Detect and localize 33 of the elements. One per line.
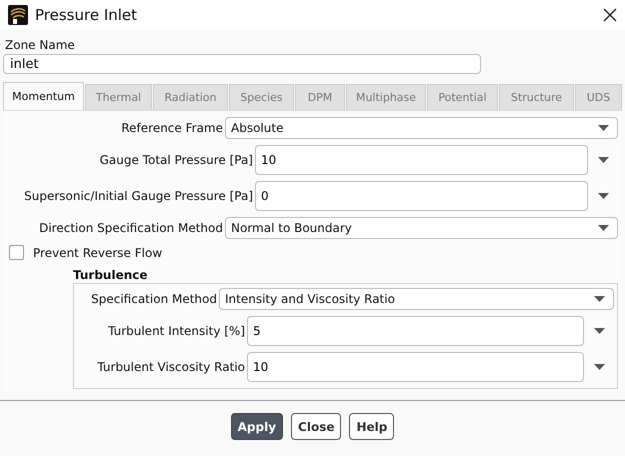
caret-icon[interactable] (598, 157, 608, 163)
caret-icon[interactable] (594, 328, 604, 334)
checkbox[interactable] (9, 245, 24, 260)
field-label: Reference Frame (120, 121, 224, 135)
close-icon[interactable] (603, 8, 617, 22)
zone-name-field[interactable]: inlet (3, 54, 481, 74)
field-label: Direction Specification Method (38, 221, 224, 235)
dialog-button[interactable]: Apply (230, 413, 284, 440)
field-label: Zone Name (5, 38, 75, 52)
input-field[interactable]: 0 (255, 181, 588, 211)
app-logo-icon (8, 5, 28, 25)
field-label: Supersonic/Initial Gauge Pressure [Pa] (23, 189, 254, 203)
section-title: Turbulence (73, 268, 148, 282)
input-field[interactable]: 5 (247, 316, 584, 346)
dialog-button[interactable]: Close (291, 413, 342, 440)
dropdown[interactable]: Absolute (225, 117, 618, 139)
dropdown[interactable]: Normal to Boundary (225, 217, 618, 239)
dialog-button[interactable]: Help (349, 413, 394, 440)
dropdown[interactable]: Intensity and Viscosity Ratio (219, 288, 614, 310)
field-label: Gauge Total Pressure [Pa] (98, 153, 254, 167)
checkbox-label: Prevent Reverse Flow (33, 246, 162, 260)
input-field[interactable]: 10 (247, 352, 584, 382)
caret-icon[interactable] (594, 296, 605, 302)
tab[interactable]: Momentum (3, 82, 84, 110)
caret-icon[interactable] (598, 125, 609, 131)
field-label: Turbulent Viscosity Ratio (96, 360, 246, 374)
caret-icon[interactable] (598, 193, 608, 199)
caret-icon[interactable] (594, 364, 604, 370)
caret-icon[interactable] (598, 225, 609, 231)
field-label: Specification Method (90, 292, 218, 306)
field-label: Turbulent Intensity [%] (107, 324, 246, 338)
window-title: Pressure Inlet (35, 6, 138, 24)
input-field[interactable]: 10 (255, 145, 588, 175)
